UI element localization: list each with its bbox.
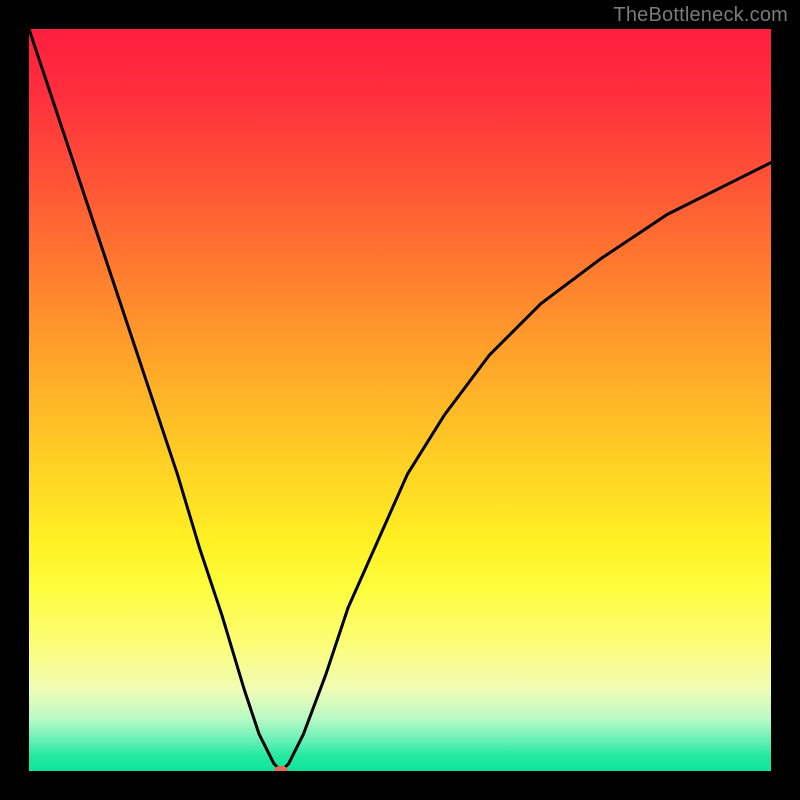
watermark-label: TheBottleneck.com — [613, 4, 788, 27]
chart-frame: TheBottleneck.com — [0, 0, 800, 800]
bottleneck-marker — [274, 766, 288, 771]
plot-area — [29, 29, 771, 771]
bottleneck-curve — [29, 29, 771, 771]
